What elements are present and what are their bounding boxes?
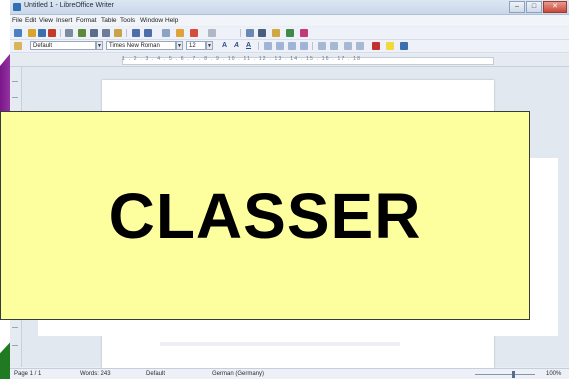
zoom-slider[interactable] xyxy=(475,374,535,375)
list-icon[interactable] xyxy=(318,42,326,50)
new-icon[interactable] xyxy=(14,29,22,37)
toolbar-separator xyxy=(312,42,313,50)
navigator-icon[interactable] xyxy=(246,29,254,37)
align-justify-icon[interactable] xyxy=(300,42,308,50)
zoom-icon[interactable] xyxy=(300,29,308,37)
window-title: Untitled 1 - LibreOffice Writer xyxy=(24,2,114,9)
menu-table[interactable]: Table xyxy=(101,17,117,24)
writer-app-icon xyxy=(13,3,21,11)
nonprinting-icon[interactable] xyxy=(286,29,294,37)
menu-view[interactable]: View xyxy=(39,17,53,24)
menu-format[interactable]: Format xyxy=(76,17,97,24)
status-words: Words: 243 xyxy=(80,371,111,377)
zoom-slider-handle[interactable] xyxy=(512,371,515,378)
formatting-toolbar: Default ▼ Times New Roman ▼ 12 ▼ A A A xyxy=(10,40,569,53)
menu-edit[interactable]: Edit xyxy=(25,17,36,24)
overlay-label-box: CLASSER xyxy=(0,111,530,320)
ruler-marks: 1 . 2 . 3 . 4 . 5 . 6 . 7 . 8 . 9 . 10 .… xyxy=(122,56,362,62)
paragraph-style-select[interactable]: Default xyxy=(30,41,96,50)
outdent-icon[interactable] xyxy=(356,42,364,50)
horizontal-ruler[interactable]: 1 . 2 . 3 . 4 . 5 . 6 . 7 . 8 . 9 . 10 .… xyxy=(10,54,569,67)
align-center-icon[interactable] xyxy=(276,42,284,50)
undo-icon[interactable] xyxy=(132,29,140,37)
menu-bar: File Edit View Insert Format Table Tools… xyxy=(10,15,569,26)
image-icon[interactable] xyxy=(176,29,184,37)
close-button[interactable]: ✕ xyxy=(543,1,567,13)
gallery-icon[interactable] xyxy=(258,29,266,37)
highlight-icon[interactable] xyxy=(386,42,394,50)
status-style[interactable]: Default xyxy=(146,371,165,377)
menu-tools[interactable]: Tools xyxy=(120,17,135,24)
chevron-down-icon[interactable]: ▼ xyxy=(206,41,213,50)
table-icon[interactable] xyxy=(162,29,170,37)
menu-file[interactable]: File xyxy=(12,17,22,24)
ruler-tick xyxy=(12,97,18,98)
print-icon[interactable] xyxy=(65,29,73,37)
background-color-icon[interactable] xyxy=(400,42,408,50)
toolbar-separator xyxy=(60,29,61,37)
status-page: Page 1 / 1 xyxy=(14,371,42,377)
minimize-button[interactable]: – xyxy=(509,1,525,13)
indent-icon[interactable] xyxy=(344,42,352,50)
font-size-select[interactable]: 12 xyxy=(186,41,206,50)
find-icon[interactable] xyxy=(208,29,216,37)
toolbar-separator xyxy=(126,29,127,37)
align-left-icon[interactable] xyxy=(264,42,272,50)
pdf-icon[interactable] xyxy=(48,29,56,37)
cut-icon[interactable] xyxy=(90,29,98,37)
bold-icon[interactable]: A xyxy=(222,42,227,49)
menu-window[interactable]: Window xyxy=(140,17,163,24)
standard-toolbar xyxy=(10,27,569,40)
text-line xyxy=(160,342,400,346)
open-icon[interactable] xyxy=(28,29,36,37)
font-name-select[interactable]: Times New Roman xyxy=(106,41,176,50)
styles-icon[interactable] xyxy=(14,42,22,50)
ruler-tick xyxy=(12,345,18,346)
window-controls: – □ ✕ xyxy=(509,1,567,13)
italic-icon[interactable]: A xyxy=(234,42,239,49)
ruler-tick xyxy=(12,81,18,82)
status-zoom[interactable]: 100% xyxy=(546,371,561,377)
toolbar-separator xyxy=(258,42,259,50)
chevron-down-icon[interactable]: ▼ xyxy=(96,41,103,50)
underline-icon[interactable]: A xyxy=(246,42,251,49)
numbered-list-icon[interactable] xyxy=(330,42,338,50)
copy-icon[interactable] xyxy=(102,29,110,37)
status-language[interactable]: German (Germany) xyxy=(212,371,264,377)
redo-icon[interactable] xyxy=(144,29,152,37)
maximize-button[interactable]: □ xyxy=(526,1,542,13)
spellcheck-icon[interactable] xyxy=(78,29,86,37)
menu-insert[interactable]: Insert xyxy=(56,17,72,24)
chevron-down-icon[interactable]: ▼ xyxy=(176,41,183,50)
align-right-icon[interactable] xyxy=(288,42,296,50)
toolbar-separator xyxy=(240,29,241,37)
paste-icon[interactable] xyxy=(114,29,122,37)
status-bar: Page 1 / 1 Words: 243 Default German (Ge… xyxy=(10,368,569,379)
datasources-icon[interactable] xyxy=(272,29,280,37)
menu-help[interactable]: Help xyxy=(165,17,178,24)
title-bar: Untitled 1 - LibreOffice Writer – □ ✕ xyxy=(10,0,569,15)
chart-icon[interactable] xyxy=(190,29,198,37)
overlay-label: CLASSER xyxy=(108,179,422,252)
save-icon[interactable] xyxy=(38,29,46,37)
font-color-icon[interactable] xyxy=(372,42,380,50)
ruler-tick xyxy=(12,327,18,328)
